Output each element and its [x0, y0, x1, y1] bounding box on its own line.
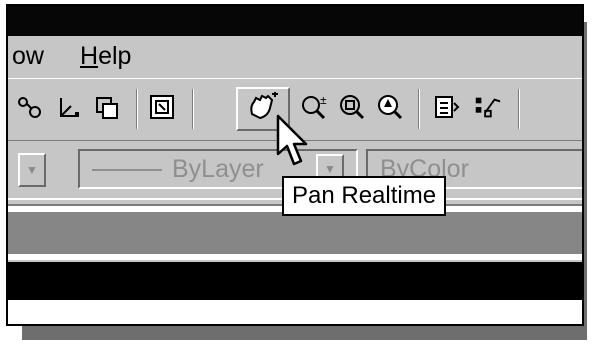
menu-bar: ow Help — [8, 36, 582, 78]
linetype-value: ByLayer — [172, 155, 264, 183]
named-views-icon[interactable] — [148, 93, 178, 123]
toolbar-separator — [418, 89, 420, 129]
view-icon[interactable] — [92, 93, 122, 123]
match-properties-icon[interactable] — [472, 93, 502, 123]
drawing-area-edge — [8, 262, 582, 300]
toolbar-separator — [192, 89, 194, 129]
pan-realtime-icon — [246, 90, 280, 127]
chevron-down-icon: ▼ — [324, 162, 336, 176]
divider — [8, 254, 582, 262]
toolbar-separator — [136, 89, 138, 129]
title-bar — [8, 6, 582, 36]
chevron-down-icon: ▼ — [26, 163, 38, 177]
screenshot-frame: ow Help ± ▼ ByLayer ▼ ByColor Pan Realti… — [6, 4, 584, 326]
menu-help[interactable]: Help — [80, 42, 131, 71]
mouse-pointer-icon — [276, 114, 308, 166]
drawing-area[interactable] — [8, 300, 582, 324]
osnap-icon[interactable] — [16, 93, 46, 123]
zoom-window-icon[interactable] — [338, 93, 368, 123]
tooltip: Pan Realtime — [282, 176, 447, 216]
layer-dropdown-button[interactable]: ▼ — [18, 153, 46, 187]
properties-icon[interactable] — [432, 93, 462, 123]
menu-window-partial[interactable]: ow — [12, 42, 44, 71]
zoom-previous-icon[interactable] — [376, 93, 406, 123]
ucs-icon[interactable] — [54, 93, 84, 123]
svg-text:±: ± — [320, 93, 327, 107]
toolbar-separator — [518, 89, 520, 129]
menu-help-rest: elp — [98, 42, 132, 70]
drawing-title-bar — [8, 212, 582, 254]
linetype-sample-line — [92, 169, 162, 171]
menu-help-accelerator: H — [80, 42, 99, 70]
